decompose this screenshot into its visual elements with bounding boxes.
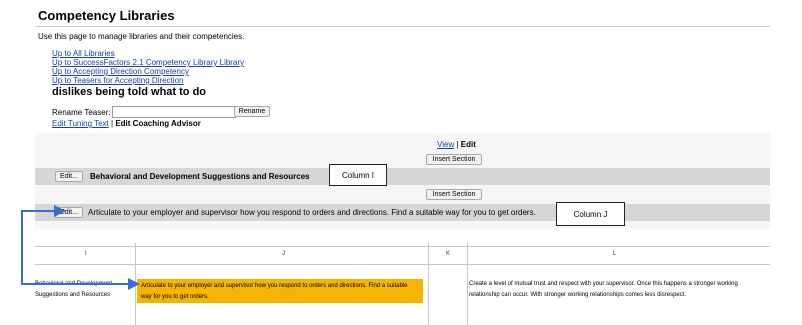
column-header-j: J: [282, 251, 285, 257]
title-divider: [35, 26, 770, 27]
edit-coaching-advisor-current: Edit Coaching Advisor: [115, 119, 201, 128]
page-title: Competency Libraries: [38, 8, 175, 23]
cell-j-highlighted: Articulate to your employer and supervis…: [137, 279, 423, 303]
cell-l: Create a level of mutual trust and respe…: [469, 281, 738, 298]
column-header-l: L: [613, 251, 617, 257]
sheet-header-rule: [35, 264, 770, 265]
rename-button[interactable]: Rename: [234, 106, 270, 117]
section-title-behavioral: Behavioral and Development Suggestions a…: [90, 172, 310, 181]
rename-teaser-label: Rename Teaser:: [52, 108, 111, 117]
view-edit-toggle: View | Edit: [437, 140, 476, 149]
callout-column-i: Column I: [329, 164, 387, 186]
callout-column-j: Column J: [556, 202, 625, 226]
sheet-divider-ij: [135, 243, 136, 325]
spreadsheet-excerpt: I J K L Behavioral and Development Sugge…: [35, 243, 770, 325]
sheet-top-rule: [35, 246, 770, 247]
subnav-separator: |: [111, 119, 114, 128]
edit-section-button-2[interactable]: Edit...: [55, 207, 83, 218]
insert-section-button-top[interactable]: Insert Section: [426, 154, 482, 165]
page-subtitle: Use this page to manage libraries and th…: [38, 32, 245, 41]
edit-section-button-1[interactable]: Edit...: [55, 171, 83, 182]
teaser-subnav: Edit Tuning Text | Edit Coaching Advisor: [52, 119, 201, 128]
breadcrumb-accepting-direction-competency[interactable]: Up to Accepting Direction Competency: [52, 67, 244, 76]
edit-tuning-text-link[interactable]: Edit Tuning Text: [52, 119, 109, 128]
breadcrumb-all-libraries[interactable]: Up to All Libraries: [52, 49, 244, 58]
insert-section-button-middle[interactable]: Insert Section: [426, 189, 482, 200]
column-header-k: K: [446, 251, 451, 257]
sheet-divider-jk: [428, 243, 429, 325]
view-edit-separator: |: [456, 140, 459, 149]
section-text-articulate: Articulate to your employer and supervis…: [88, 208, 536, 217]
view-link[interactable]: View: [437, 140, 454, 149]
edit-current: Edit: [460, 140, 476, 149]
cell-i: Behavioral and Development Suggestions a…: [35, 281, 113, 298]
breadcrumb-teasers[interactable]: Up to Teasers for Accepting Direction: [52, 76, 244, 85]
sheet-divider-kl: [467, 243, 468, 325]
breadcrumb-successfactors-library[interactable]: Up to SuccessFactors 2.1 Competency Libr…: [52, 58, 244, 67]
breadcrumb: Up to All Libraries Up to SuccessFactors…: [52, 49, 244, 85]
column-header-i: I: [85, 251, 87, 257]
rename-teaser-input[interactable]: [112, 106, 236, 118]
teaser-title: dislikes being told what to do: [52, 86, 207, 98]
